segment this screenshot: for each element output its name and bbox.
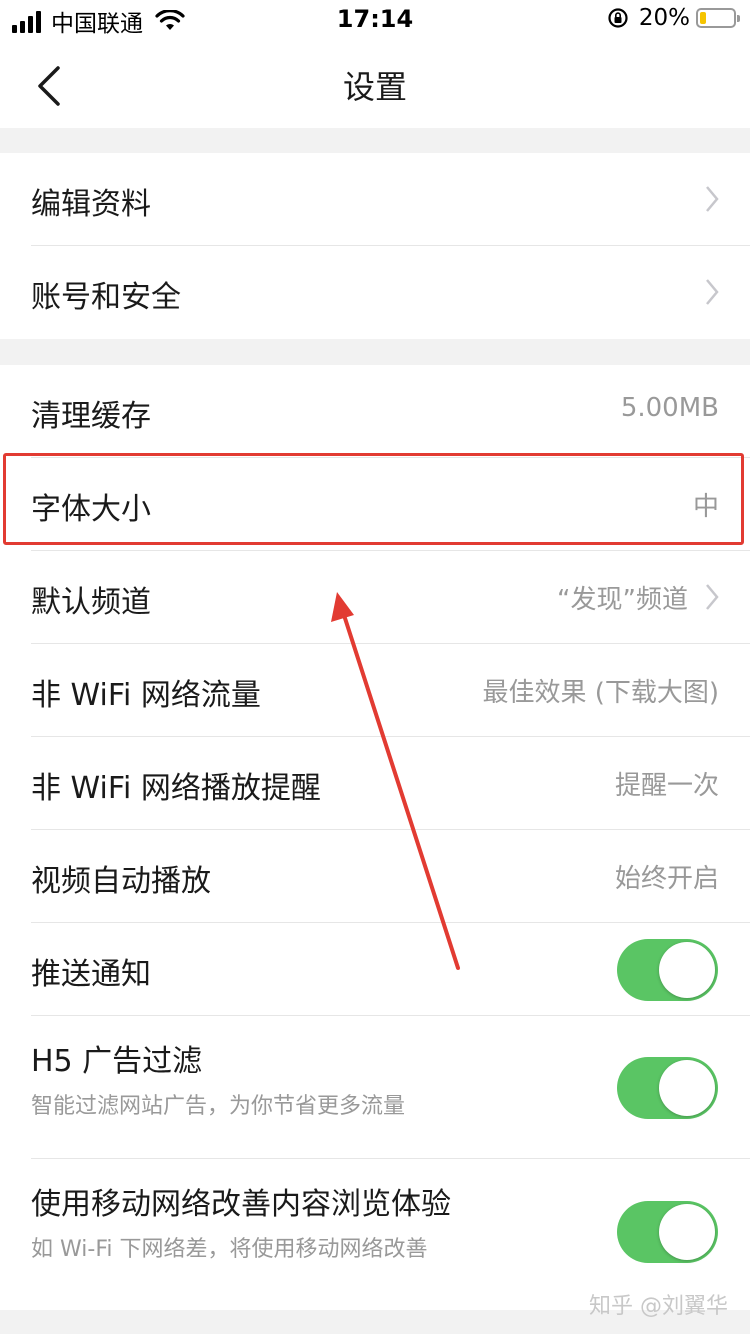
cache-size-value: 5.00MB bbox=[620, 393, 719, 423]
row-non-wifi-play-reminder[interactable]: 非 WiFi 网络播放提醒 提醒一次 bbox=[0, 737, 750, 830]
settings-group-profile: 编辑资料 账号和安全 bbox=[0, 153, 750, 339]
row-font-size[interactable]: 字体大小 中 bbox=[0, 458, 750, 551]
row-subtitle: 智能过滤网站广告，为你节省更多流量 bbox=[31, 1094, 406, 1119]
autoplay-value: 始终开启 bbox=[614, 864, 719, 894]
play-reminder-value: 提醒一次 bbox=[614, 771, 719, 801]
row-video-autoplay[interactable]: 视频自动播放 始终开启 bbox=[0, 830, 750, 923]
navigation-bar: 设置 bbox=[0, 42, 750, 128]
rotation-lock-icon bbox=[608, 8, 628, 28]
row-label: 使用移动网络改善内容浏览体验 bbox=[31, 1187, 451, 1222]
battery-percent: 20% bbox=[638, 5, 690, 31]
battery-fill bbox=[700, 12, 706, 24]
row-label: 编辑资料 bbox=[31, 187, 151, 222]
push-notification-toggle[interactable] bbox=[617, 939, 718, 1001]
row-label: 非 WiFi 网络播放提醒 bbox=[31, 771, 321, 806]
row-account-security[interactable]: 账号和安全 bbox=[0, 246, 750, 339]
row-label: 清理缓存 bbox=[31, 399, 151, 434]
row-label: H5 广告过滤 bbox=[31, 1044, 203, 1079]
default-channel-value: “发现”频道 bbox=[557, 585, 688, 615]
row-label: 账号和安全 bbox=[31, 280, 181, 315]
row-mobile-network-improve: 使用移动网络改善内容浏览体验 如 Wi-Fi 下网络差，将使用移动网络改善 bbox=[0, 1159, 750, 1304]
mobile-network-toggle[interactable] bbox=[617, 1201, 718, 1263]
watermark: 知乎 @刘翼华 bbox=[589, 1294, 728, 1319]
chevron-right-icon bbox=[706, 279, 719, 305]
font-size-value: 中 bbox=[692, 492, 719, 522]
chevron-right-icon bbox=[706, 186, 719, 212]
row-default-channel[interactable]: 默认频道 “发现”频道 bbox=[0, 551, 750, 644]
row-h5-ad-filter: H5 广告过滤 智能过滤网站广告，为你节省更多流量 bbox=[0, 1016, 750, 1159]
row-non-wifi-traffic[interactable]: 非 WiFi 网络流量 最佳效果 (下载大图) bbox=[0, 644, 750, 737]
row-label: 视频自动播放 bbox=[31, 864, 211, 899]
row-label: 非 WiFi 网络流量 bbox=[31, 678, 261, 713]
row-clear-cache[interactable]: 清理缓存 5.00MB bbox=[0, 365, 750, 458]
chevron-right-icon bbox=[706, 584, 719, 610]
row-edit-profile[interactable]: 编辑资料 bbox=[0, 153, 750, 246]
settings-group-general: 清理缓存 5.00MB 字体大小 中 默认频道 “发现”频道 非 WiFi 网络… bbox=[0, 365, 750, 1310]
row-subtitle: 如 Wi-Fi 下网络差，将使用移动网络改善 bbox=[31, 1237, 428, 1262]
row-label: 字体大小 bbox=[31, 492, 151, 527]
non-wifi-traffic-value: 最佳效果 (下载大图) bbox=[482, 678, 719, 708]
row-label: 默认频道 bbox=[31, 585, 151, 620]
battery-icon bbox=[696, 8, 740, 28]
page-title: 设置 bbox=[342, 68, 407, 106]
row-push-notifications: 推送通知 bbox=[0, 923, 750, 1016]
status-right: 20% bbox=[607, 5, 740, 31]
status-bar: 中国联通 17:14 20% bbox=[0, 0, 750, 42]
h5-ad-filter-toggle[interactable] bbox=[617, 1057, 718, 1119]
row-label: 推送通知 bbox=[31, 957, 151, 992]
